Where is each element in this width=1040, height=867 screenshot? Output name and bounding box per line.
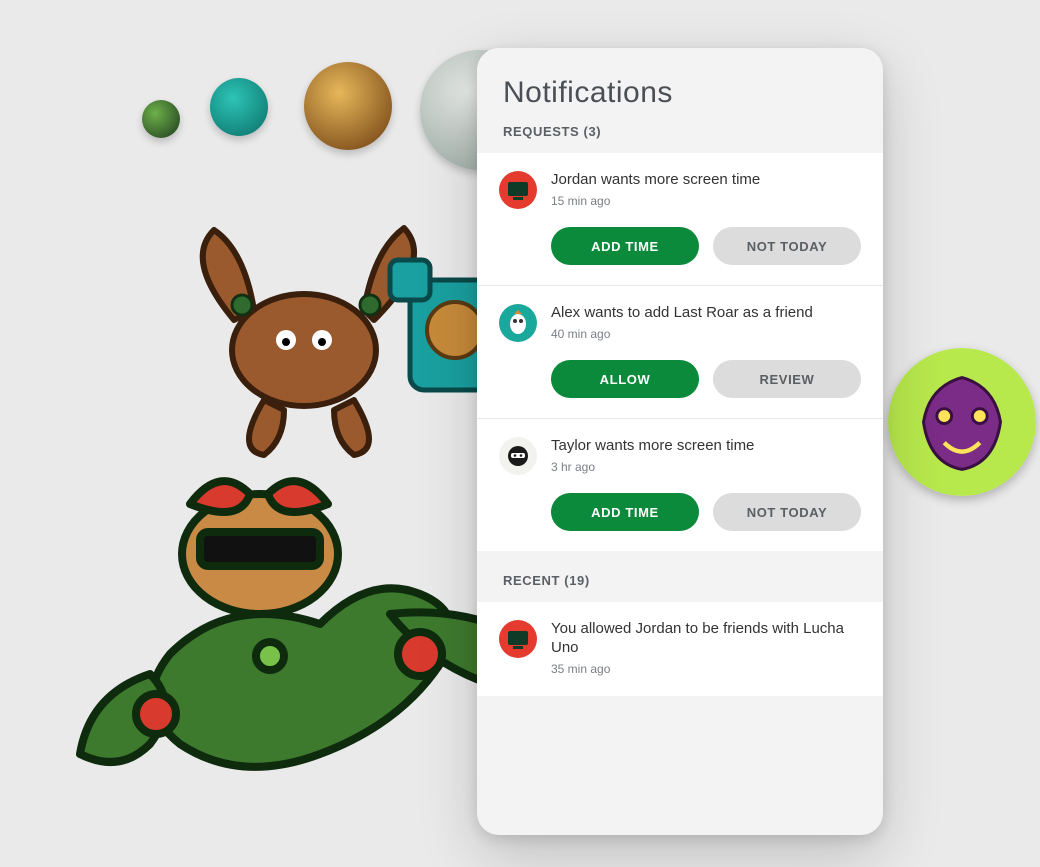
request-item: Jordan wants more screen time 15 min ago… (477, 153, 883, 286)
add-time-button[interactable]: ADD TIME (551, 227, 699, 265)
recent-label: RECENT (503, 573, 560, 588)
request-time: 15 min ago (551, 194, 861, 208)
recent-count: (19) (564, 573, 590, 588)
avatar-white-ninja (499, 437, 537, 475)
review-button[interactable]: REVIEW (713, 360, 861, 398)
requests-section-header: REQUESTS (3) (503, 124, 857, 139)
panel-header: Notifications REQUESTS (3) (477, 48, 883, 153)
request-item: Alex wants to add Last Roar as a friend … (477, 286, 883, 419)
recent-message: You allowed Jordan to be friends with Lu… (551, 620, 861, 658)
recent-time: 35 min ago (551, 662, 861, 676)
request-item: Taylor wants more screen time 3 hr ago A… (477, 419, 883, 551)
request-message: Jordan wants more screen time (551, 171, 861, 190)
request-message: Taylor wants more screen time (551, 437, 861, 456)
avatar-red-monitor (499, 171, 537, 209)
recent-list: You allowed Jordan to be friends with Lu… (477, 602, 883, 696)
recent-section-header: RECENT (19) (477, 551, 883, 602)
request-time: 3 hr ago (551, 460, 861, 474)
request-message: Alex wants to add Last Roar as a friend (551, 304, 861, 323)
avatar-bubble-viking (304, 62, 392, 150)
requests-list: Jordan wants more screen time 15 min ago… (477, 153, 883, 551)
recent-item: You allowed Jordan to be friends with Lu… (477, 602, 883, 696)
not-today-button[interactable]: NOT TODAY (713, 227, 861, 265)
requests-count: (3) (584, 124, 602, 139)
allow-button[interactable]: ALLOW (551, 360, 699, 398)
panel-title: Notifications (503, 76, 857, 110)
notifications-panel: Notifications REQUESTS (3) Jordan wants … (477, 48, 883, 835)
avatar-teal-owl (499, 304, 537, 342)
avatar-bubble-owl (210, 78, 268, 136)
avatar-bubble-bear (888, 348, 1036, 496)
request-time: 40 min ago (551, 327, 861, 341)
requests-label: REQUESTS (503, 124, 579, 139)
avatar-red-monitor (499, 620, 537, 658)
add-time-button[interactable]: ADD TIME (551, 493, 699, 531)
avatar-bubble-ninja (142, 100, 180, 138)
not-today-button[interactable]: NOT TODAY (713, 493, 861, 531)
